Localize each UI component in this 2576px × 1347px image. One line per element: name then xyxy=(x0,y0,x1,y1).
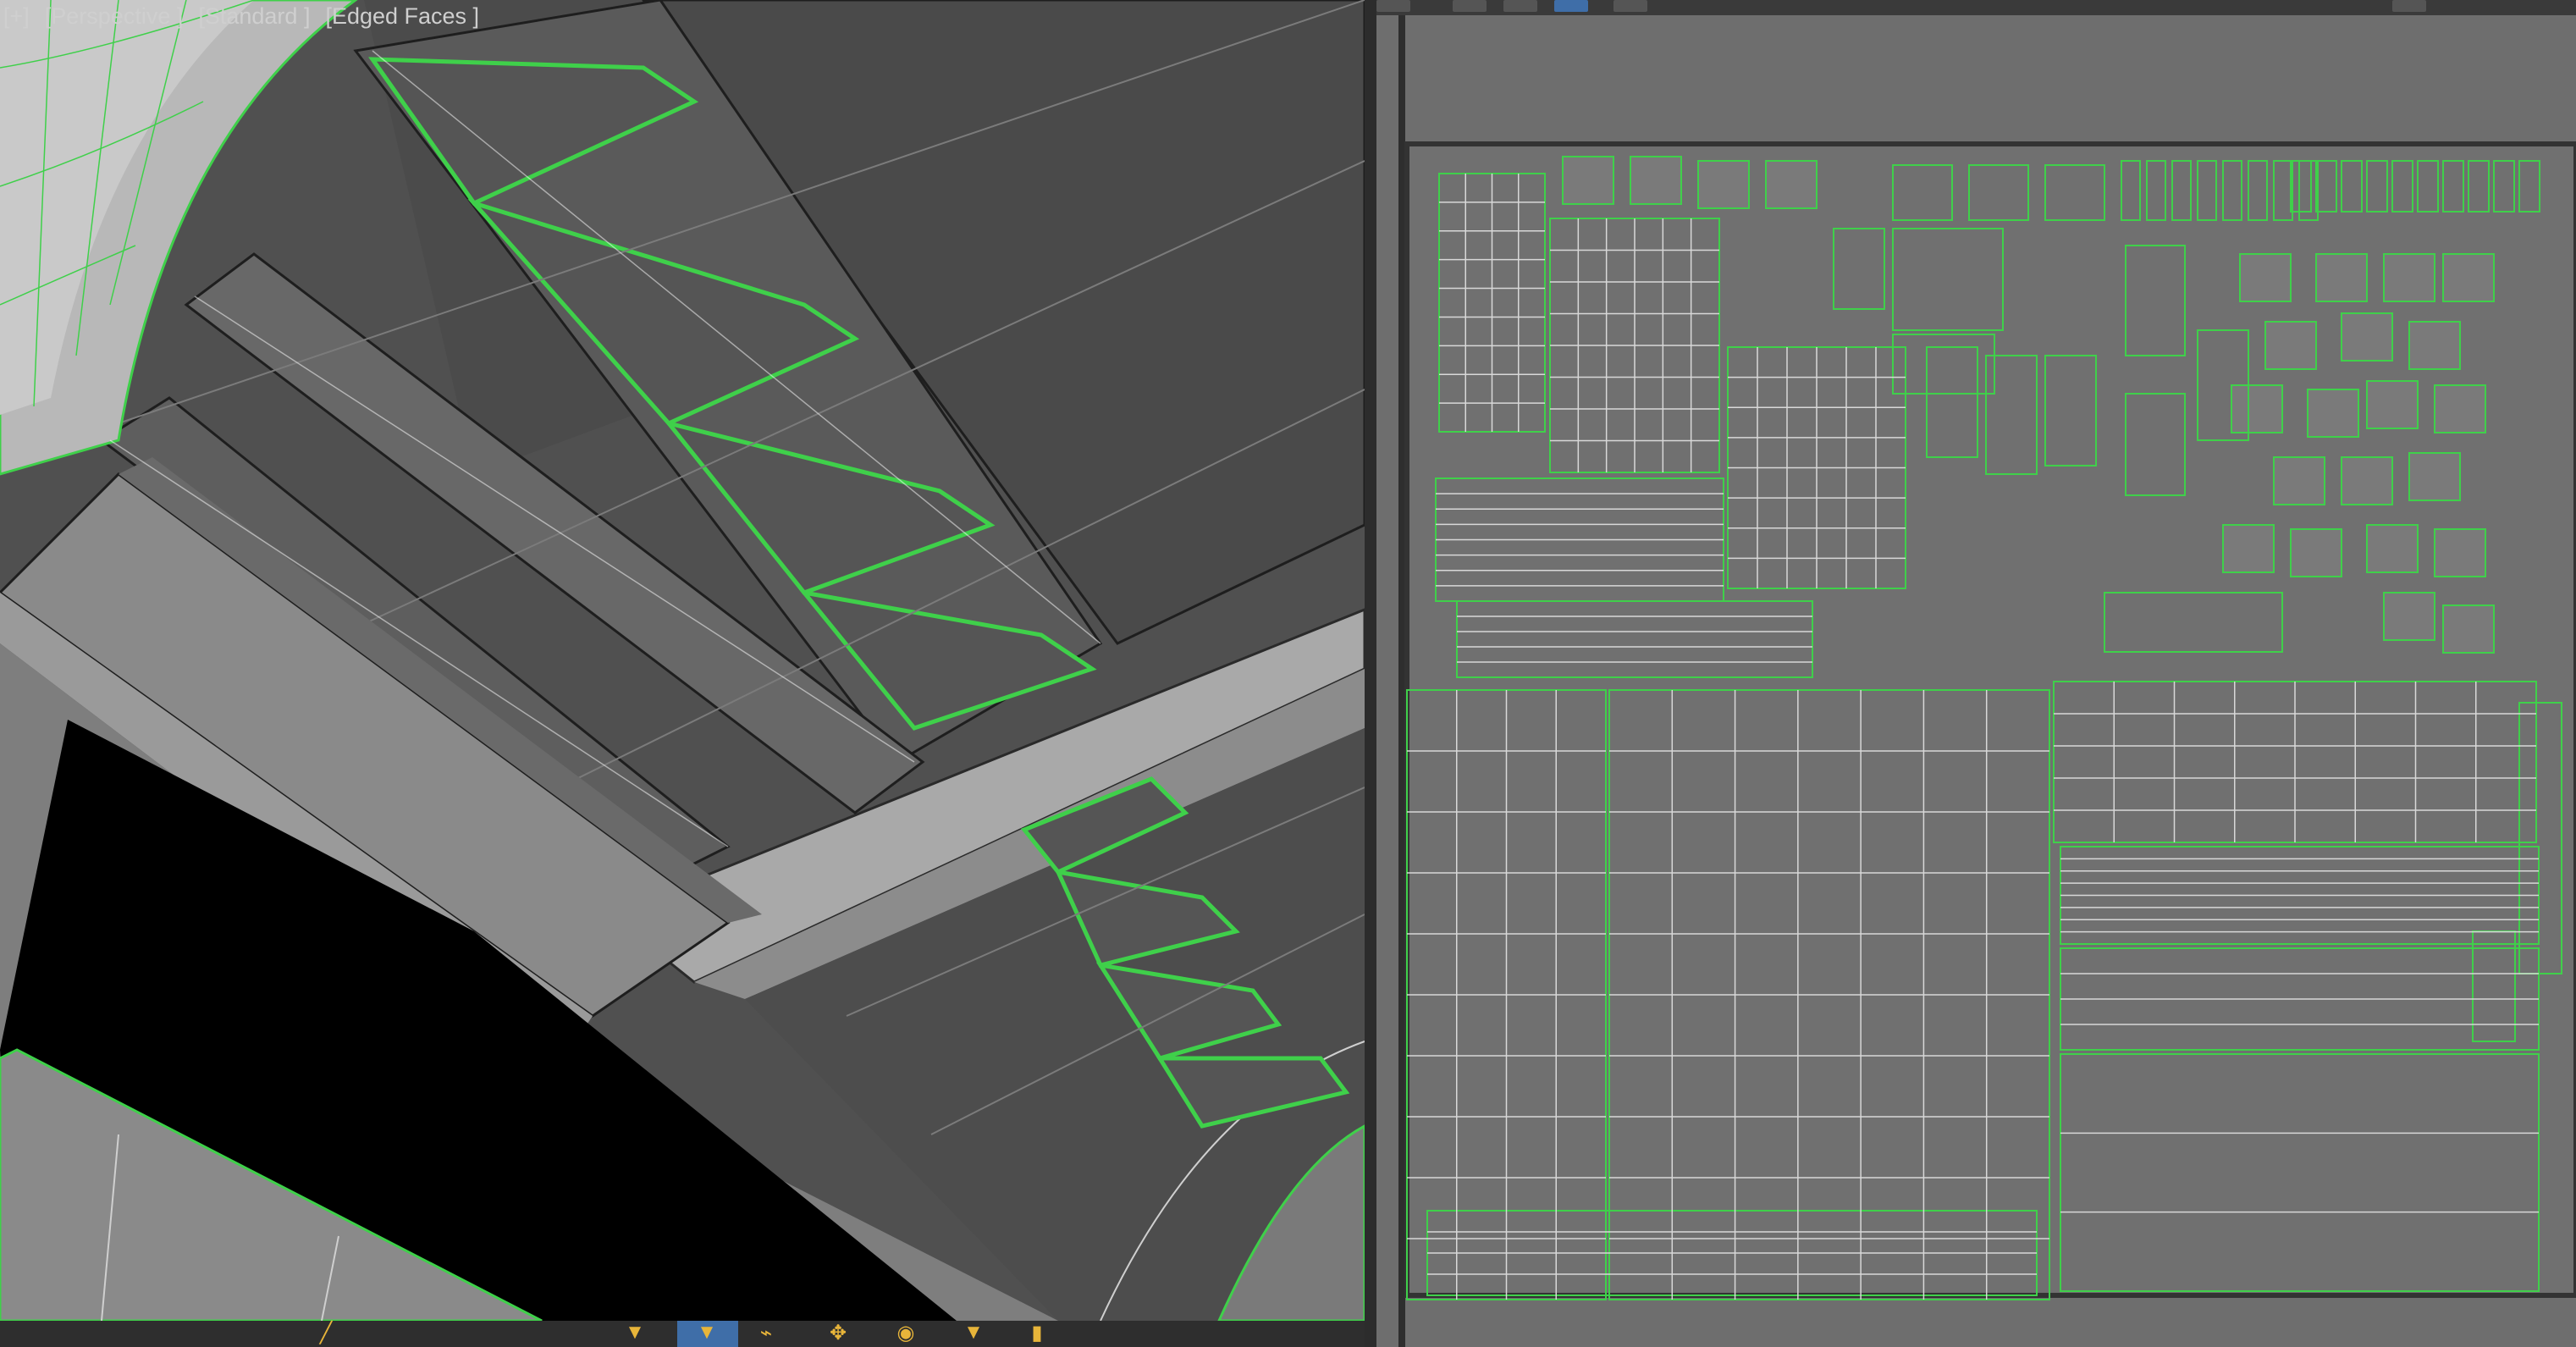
uv-island xyxy=(2264,321,2317,370)
perspective-viewport[interactable]: [+] [Perspective ] [Standard ] [Edged Fa… xyxy=(0,0,1365,1321)
move-icon[interactable]: ╱ xyxy=(313,1321,339,1344)
viewport-geometry xyxy=(0,0,1365,1321)
viewport-menu-view[interactable]: [Perspective ] xyxy=(43,3,185,30)
uv-island xyxy=(2366,380,2419,429)
eye-icon[interactable]: ◉ xyxy=(893,1321,918,1344)
uv-island xyxy=(2231,384,2283,433)
uv-island xyxy=(2383,592,2435,641)
uv-island xyxy=(1562,156,1614,205)
uv-island xyxy=(2222,524,2275,573)
uv-island xyxy=(2290,528,2342,577)
uv-island xyxy=(2239,253,2292,302)
filter-icon[interactable]: ▼ xyxy=(622,1321,648,1344)
uv-island xyxy=(2408,452,2461,501)
select-icon[interactable]: ⌁ xyxy=(753,1321,779,1344)
uv-island xyxy=(2273,456,2325,505)
scale-icon[interactable]: ✥ xyxy=(825,1321,851,1344)
uv-island xyxy=(2434,384,2486,433)
pin-icon[interactable]: ▼ xyxy=(961,1321,986,1344)
uv-island xyxy=(2315,253,2368,302)
uv-layout xyxy=(1376,15,2576,1347)
viewport-menu-plus[interactable]: [+] xyxy=(2,3,31,30)
lock-icon[interactable]: ▮ xyxy=(1024,1321,1050,1344)
uv-island xyxy=(1630,156,1682,205)
bottom-toolbar: ╱ ▼ ▼ ⌁ ✥ ◉ ▼ ▮ xyxy=(0,1321,1365,1347)
uv-island xyxy=(2341,456,2393,505)
uv-island xyxy=(2408,321,2461,370)
panel-splitter[interactable] xyxy=(1365,0,1376,1347)
uv-island xyxy=(2366,524,2419,573)
viewport-menu-display[interactable]: [Edged Faces ] xyxy=(323,3,481,30)
uv-island xyxy=(2442,253,2495,302)
uv-island xyxy=(1765,160,1818,209)
uv-island xyxy=(2442,604,2495,654)
uv-island xyxy=(2341,312,2393,362)
viewport-labels: [+] [Perspective ] [Standard ] [Edged Fa… xyxy=(2,3,481,30)
uv-editor-panel[interactable] xyxy=(1376,0,2576,1347)
uv-island xyxy=(2383,253,2435,302)
uv-island xyxy=(2307,389,2359,438)
uv-island xyxy=(1697,160,1750,209)
viewport-menu-shading[interactable]: [Standard ] xyxy=(196,3,312,30)
filter-icon-2[interactable]: ▼ xyxy=(694,1321,720,1344)
uv-island xyxy=(2434,528,2486,577)
